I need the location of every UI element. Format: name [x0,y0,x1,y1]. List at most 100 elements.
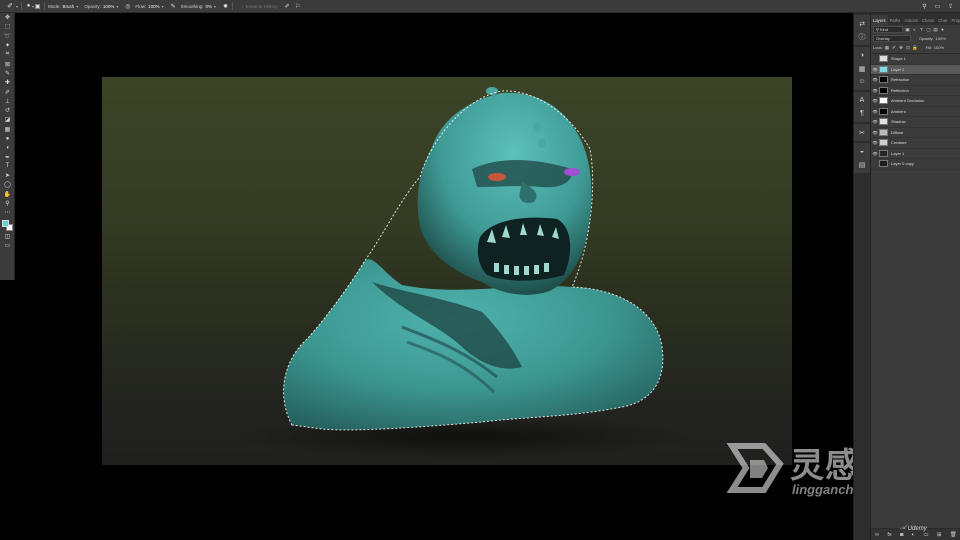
opacity-control[interactable]: Opacity: 100% ▾ [84,4,118,9]
brush-settings-icon[interactable]: ● [25,3,32,10]
tab-layers[interactable]: Layers [871,15,888,25]
filter-type-icon[interactable]: T [919,27,924,32]
tab-actions[interactable]: Actions [902,15,920,25]
dodge-tool-icon[interactable]: ◖ [0,143,15,152]
workspace-icon[interactable]: ▭ [934,3,941,10]
filter-pixel-icon[interactable]: ▣ [905,27,910,32]
layer-row[interactable]: Layer 0 copy [871,159,960,170]
layer-name[interactable]: Creature [891,140,907,145]
user-panel-icon[interactable]: ☺ [854,75,870,88]
healing-brush-tool-icon[interactable]: ✚ [0,78,15,87]
filter-toggle-icon[interactable]: ● [940,27,945,32]
eye-icon[interactable]: 👁 [871,88,879,93]
smoothing-control[interactable]: Smoothing: 0% ▾ [181,4,216,9]
quick-mask-tool-icon[interactable]: ◫ [0,232,15,241]
color-panel-icon[interactable]: ◑ [854,49,870,62]
chevron-down-icon[interactable]: ▾ [116,4,118,9]
magic-wand-tool-icon[interactable]: ✦ [0,41,15,50]
chevron-down-icon[interactable]: ▾ [16,4,18,9]
smoothing-value[interactable]: 0% [205,4,212,9]
layer-name[interactable]: Shape 1 [891,56,906,61]
brush-tool-icon[interactable]: ✐ [0,87,15,96]
add-mask-icon[interactable]: ◙ [900,532,903,538]
layer-name[interactable]: Ambient Occlusion [891,98,924,103]
eye-icon[interactable]: 👁 [871,77,879,82]
chevron-down-icon[interactable]: ▾ [76,4,78,9]
history-brush-tool-icon[interactable]: ↺ [0,106,15,115]
layer-name[interactable]: Shadow [891,119,905,124]
adjustment-layer-icon[interactable]: ◐ [912,532,915,538]
brush-panel-icon[interactable]: ▣ [34,3,41,10]
layer-row[interactable]: 👁 Layer 1 [871,149,960,159]
marquee-tool-icon[interactable]: ⬚ [0,22,15,31]
lock-all-icon[interactable]: 🔒 [912,45,918,50]
lasso-tool-icon[interactable]: ➰ [0,32,15,41]
layer-name[interactable]: Layer 1 [891,151,904,156]
crop-tool-icon[interactable]: ⌗ [0,50,15,59]
layer-row[interactable]: 👁 Shadow [871,117,960,128]
lock-transparent-icon[interactable]: ▦ [885,45,890,50]
new-layer-icon[interactable]: ⊞ [937,532,942,538]
eye-icon[interactable]: 👁 [871,130,879,135]
airbrush-icon[interactable]: ✎ [170,3,177,10]
tab-char[interactable]: Char [936,15,949,25]
history-panel-icon[interactable]: ⇄ [854,17,870,30]
layer-row[interactable]: 👁 Diffuse [871,128,960,138]
erase-to-history-checkbox[interactable]: ▫ Erase to History [242,4,278,9]
screen-mode-tool-icon[interactable]: ▭ [0,241,15,250]
tab-paths[interactable]: Paths [888,15,903,25]
layer-filter-select[interactable]: ⚲ Kind [873,26,903,33]
path-selection-tool-icon[interactable]: ➤ [0,171,15,180]
tab-chann[interactable]: Chann [920,15,936,25]
eye-icon[interactable]: 👁 [871,109,879,114]
eye-icon[interactable]: 👁 [871,140,879,145]
foreground-color-swatch[interactable] [2,219,9,227]
chevron-down-icon[interactable]: ▾ [162,4,164,9]
filter-smart-icon[interactable]: ▤ [933,27,938,32]
clone-stamp-tool-icon[interactable]: ⊥ [0,97,15,106]
swatches-panel-icon[interactable]: ▦ [854,62,870,75]
character-panel-icon[interactable]: A [854,94,870,107]
adjustments-panel-icon[interactable]: ◒ [854,145,870,158]
zoom-tool-icon[interactable]: ⚲ [0,199,15,208]
checkbox-icon[interactable]: ▫ [242,4,244,9]
lock-artboard-icon[interactable]: ⊡ [906,45,911,50]
brush-preset-icon[interactable]: ✐ [4,2,16,11]
pressure-size-icon[interactable]: ✐ [284,3,291,10]
eye-icon[interactable]: 👁 [871,119,879,124]
layer-row[interactable]: 👁 Creature [871,138,960,149]
filter-adjustment-icon[interactable]: ◐ [912,27,917,32]
eye-icon[interactable]: 👁 [871,67,879,72]
gear-icon[interactable]: ✹ [222,3,229,10]
opacity-value[interactable]: 100% [103,4,115,9]
eye-icon[interactable]: 👁 [871,151,879,156]
frame-tool-icon[interactable]: ⊠ [0,59,15,68]
layer-row[interactable]: 👁 Reflection [871,86,960,96]
more-tools-icon[interactable]: ⋯ [0,208,15,217]
chevron-down-icon[interactable]: ▾ [214,4,216,9]
info-panel-icon[interactable]: ⓘ [854,30,870,43]
layer-name[interactable]: Layer 0 copy [891,161,914,166]
gradient-tool-icon[interactable]: ▦ [0,125,15,134]
pressure-opacity-icon[interactable]: ◎ [124,3,131,10]
layer-name[interactable]: Layer 2 [891,67,904,72]
layer-name[interactable]: Reflection [891,88,909,93]
eyedropper-tool-icon[interactable]: ✎ [0,69,15,78]
layer-row[interactable]: 👁 Refraction [871,75,960,86]
eraser-tool-icon[interactable]: ◪ [0,115,15,124]
fill-value[interactable]: 100% [934,45,944,50]
link-layers-icon[interactable]: ∞ [875,532,879,538]
type-tool-icon[interactable]: T [0,162,15,171]
mode-control[interactable]: Mode: Brush ▾ [48,4,78,9]
layer-row[interactable]: 👁 Ambient Occlusion [871,96,960,107]
layer-row[interactable]: 👁 Ambient [871,107,960,117]
layer-row[interactable]: Shape 1 [871,54,960,65]
color-swatches[interactable] [0,218,14,232]
ellipse-tool-icon[interactable]: ◯ [0,180,15,189]
filter-shape-icon[interactable]: ▢ [926,27,931,32]
trash-icon[interactable]: 🗑 [950,532,957,538]
opacity-value[interactable]: 100% [936,36,946,41]
layer-name[interactable]: Ambient [891,109,906,114]
blur-tool-icon[interactable]: ● [0,134,15,143]
lock-position-icon[interactable]: ✥ [899,45,904,50]
